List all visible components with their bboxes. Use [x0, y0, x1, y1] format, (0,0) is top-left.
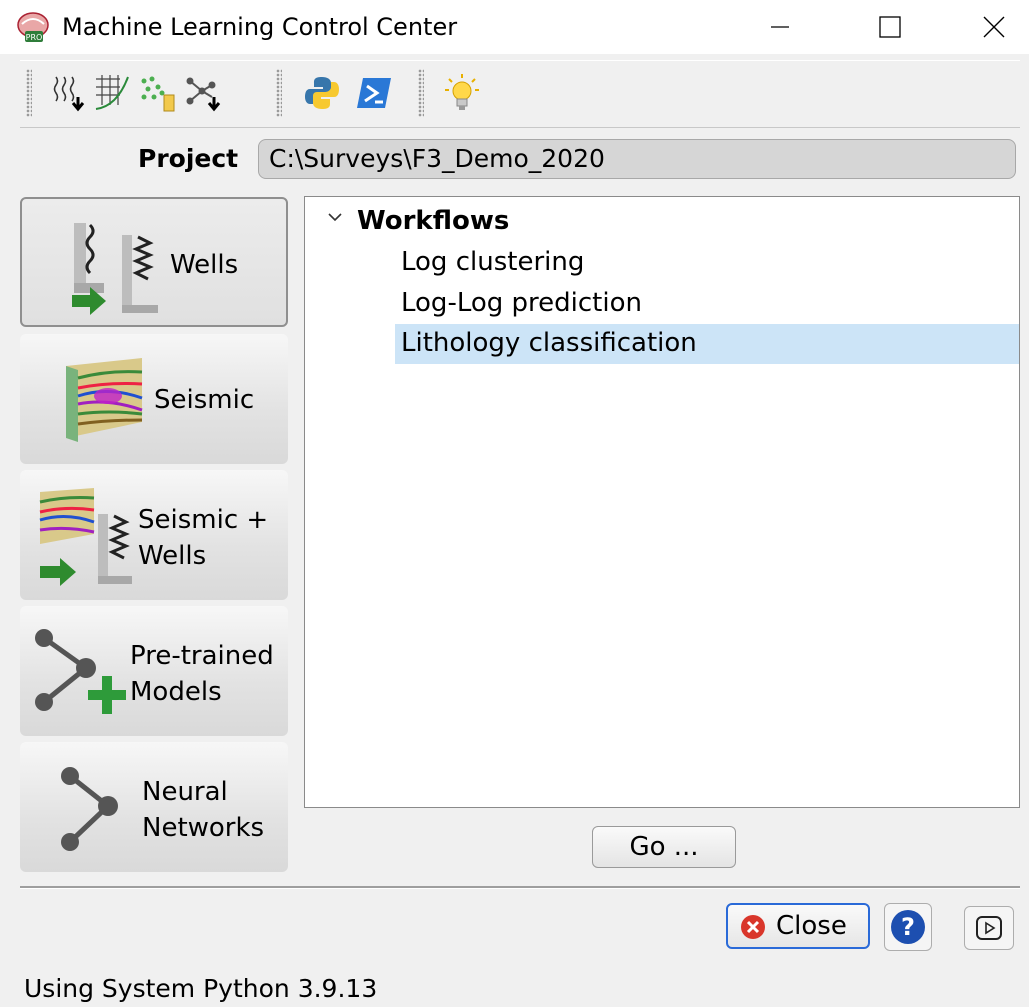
- toolbar-button-network-data[interactable]: [184, 71, 224, 115]
- category-label: Models: [130, 677, 222, 707]
- neural-network-icon: [61, 767, 118, 851]
- close-icon: [983, 16, 1005, 38]
- minimize-button[interactable]: [745, 0, 815, 54]
- close-circle-icon: [741, 915, 765, 939]
- category-label: Wells: [170, 250, 239, 280]
- close-button-label: Close: [776, 911, 847, 941]
- toolbar-button-tips[interactable]: [442, 71, 482, 115]
- close-button[interactable]: Close: [726, 903, 870, 949]
- wells-icon: [72, 223, 158, 315]
- python-icon: [305, 77, 339, 109]
- tree-item-log-log-prediction[interactable]: Log-Log prediction: [395, 284, 1019, 324]
- mlcc-pro-icon: PRO: [17, 12, 49, 42]
- svg-text:PRO: PRO: [26, 33, 43, 42]
- network-data-icon: [186, 77, 221, 112]
- separator: [20, 886, 1020, 889]
- help-icon: ?: [891, 910, 925, 944]
- seismic-wells-icon: [39, 488, 132, 586]
- pretrained-models-icon: [35, 629, 126, 714]
- category-button-neural-networks[interactable]: Neural Networks: [20, 742, 288, 872]
- toolbar-button-powershell[interactable]: [354, 71, 394, 115]
- crossplot-icon: [95, 75, 129, 110]
- toolbar-grip[interactable]: [418, 69, 424, 117]
- help-button[interactable]: ?: [884, 903, 932, 951]
- tree-root-workflows[interactable]: Workflows: [357, 203, 509, 239]
- category-label: Seismic +: [138, 505, 269, 535]
- lightbulb-icon: [445, 74, 479, 110]
- category-label: Pre-trained: [130, 641, 274, 671]
- scatter-data-icon: [141, 76, 175, 112]
- toolbar: [20, 60, 1020, 128]
- video-tutorial-button[interactable]: [964, 906, 1014, 950]
- toolbar-button-scatter-data[interactable]: [138, 71, 178, 115]
- toolbar-grip[interactable]: [26, 69, 32, 117]
- category-button-seismic[interactable]: Seismic: [20, 334, 288, 464]
- category-label: Seismic: [154, 385, 255, 415]
- toolbar-button-crossplot[interactable]: [92, 71, 132, 115]
- window-title: Machine Learning Control Center: [62, 13, 458, 41]
- category-label: Wells: [138, 541, 207, 571]
- log-import-icon: [53, 76, 85, 112]
- minimize-icon: [771, 26, 789, 28]
- chevron-down-icon[interactable]: [327, 211, 343, 223]
- toolbar-button-python[interactable]: [302, 71, 342, 115]
- workflow-tree[interactable]: Workflows Log clustering Log-Log predict…: [304, 196, 1020, 808]
- toolbar-grip[interactable]: [276, 69, 282, 117]
- category-label: Neural: [142, 777, 228, 807]
- category-button-seismic-wells[interactable]: Seismic + Wells: [20, 470, 288, 600]
- toolbar-button-log-import[interactable]: [50, 71, 90, 115]
- status-text: Using System Python 3.9.13: [24, 974, 378, 1003]
- svg-text:?: ?: [901, 913, 915, 941]
- title-bar: PRO Machine Learning Control Center: [0, 0, 1029, 54]
- category-button-pretrained-models[interactable]: Pre-trained Models: [20, 606, 288, 736]
- play-video-icon: [976, 916, 1002, 940]
- go-button[interactable]: Go ...: [592, 826, 736, 868]
- powershell-icon: [357, 78, 391, 108]
- tree-item-lithology-classification[interactable]: Lithology classification: [395, 324, 1019, 364]
- category-label: Networks: [142, 813, 265, 843]
- maximize-icon: [879, 16, 901, 38]
- maximize-button[interactable]: [855, 0, 925, 54]
- project-label: Project: [138, 144, 239, 173]
- project-path-field[interactable]: C:\Surveys\F3_Demo_2020: [258, 139, 1016, 179]
- tree-item-log-clustering[interactable]: Log clustering: [395, 243, 1019, 283]
- window-close-button[interactable]: [959, 0, 1029, 54]
- seismic-icon: [66, 358, 143, 442]
- category-button-wells[interactable]: Wells: [20, 197, 288, 327]
